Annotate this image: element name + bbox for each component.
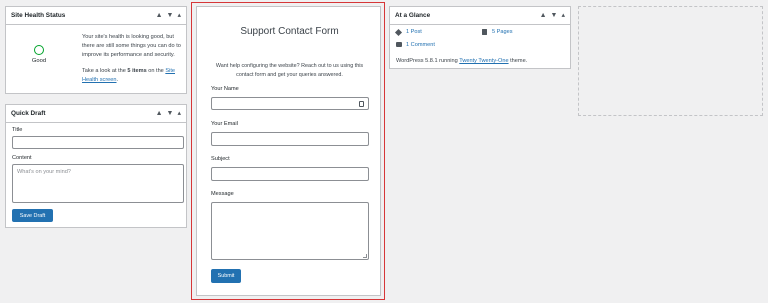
site-health-header: Site Health Status ▲ ▼ ▴ [6,7,186,25]
site-health-widget: Site Health Status ▲ ▼ ▴ Good Your site'… [5,6,187,94]
your-email-label: Your Email [211,121,238,127]
quick-draft-title: Quick Draft [11,110,46,117]
draft-content-textarea[interactable]: What's on your mind? [12,164,184,203]
resize-handle-icon[interactable] [363,254,367,258]
empty-widget-drop-zone[interactable] [578,6,763,116]
wordpress-version-text: WordPress 5.8.1 running Twenty Twenty-On… [396,58,528,64]
your-email-input[interactable] [211,132,369,146]
comments-count-link[interactable]: 1 Comment [406,42,435,48]
move-up-icon[interactable]: ▲ [156,12,163,19]
save-draft-button[interactable]: Save Draft [12,209,53,222]
site-health-title: Site Health Status [11,12,66,19]
at-a-glance-header: At a Glance ▲ ▼ ▴ [390,7,570,25]
move-down-icon[interactable]: ▼ [167,110,174,117]
toggle-panel-icon[interactable]: ▴ [177,110,181,117]
move-up-icon[interactable]: ▲ [540,12,547,19]
draft-title-label: Title [12,127,23,133]
move-up-icon[interactable]: ▲ [156,110,163,117]
health-status-circle-icon [34,45,44,55]
pages-count-link[interactable]: 5 Pages [492,29,513,35]
toggle-panel-icon[interactable]: ▴ [561,12,565,19]
message-label: Message [211,191,234,197]
contact-form-widget: Support Contact Form Want help configuri… [196,6,381,296]
autofill-contact-icon [359,101,364,107]
comment-bubble-icon [396,42,402,47]
quick-draft-header: Quick Draft ▲ ▼ ▴ [6,105,186,123]
pages-icon [482,29,487,35]
subject-label: Subject [211,156,230,162]
theme-link[interactable]: Twenty Twenty-One [459,58,508,64]
toggle-panel-icon[interactable]: ▴ [177,12,181,19]
at-a-glance-widget: At a Glance ▲ ▼ ▴ 1 Post 5 Pages 1 Comme… [389,6,571,69]
at-a-glance-title: At a Glance [395,12,431,19]
move-down-icon[interactable]: ▼ [167,12,174,19]
draft-title-input[interactable] [12,136,184,149]
your-name-label: Your Name [211,86,239,92]
draft-content-placeholder: What's on your mind? [17,169,71,175]
submit-button[interactable]: Submit [211,269,241,283]
message-textarea[interactable] [211,202,369,260]
quick-draft-widget: Quick Draft ▲ ▼ ▴ Title Content What's o… [5,104,187,228]
contact-form-intro: Want help configuring the website? Reach… [215,63,364,78]
contact-form-heading: Support Contact Form [240,26,339,37]
posts-count-link[interactable]: 1 Post [406,29,422,35]
pushpin-icon [394,28,403,37]
move-down-icon[interactable]: ▼ [551,12,558,19]
health-status-label: Good [31,58,47,64]
your-name-input[interactable] [211,97,369,110]
health-items-text: Take a look at the 5 items on the Site H… [82,68,175,83]
subject-input[interactable] [211,167,369,181]
health-message: Your site's health is looking good, but … [82,34,181,58]
draft-content-label: Content [12,155,32,161]
